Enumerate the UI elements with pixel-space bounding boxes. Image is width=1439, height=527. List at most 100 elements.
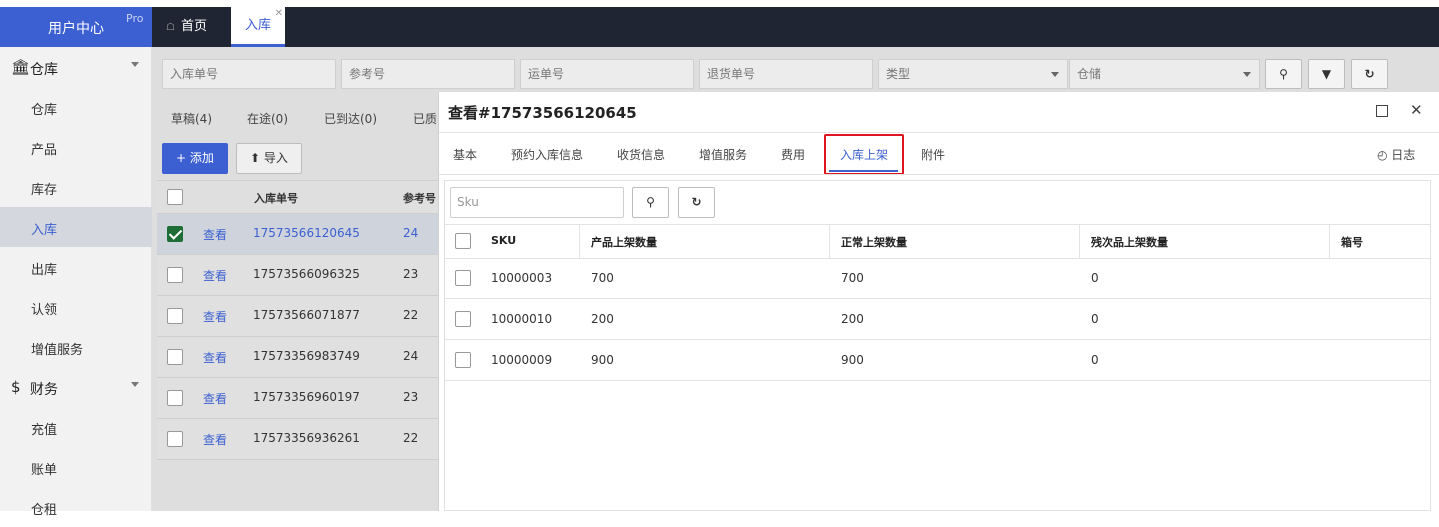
row-checkbox[interactable] <box>455 352 471 368</box>
status-tab-draft[interactable]: 草稿(4) <box>171 110 212 127</box>
view-link[interactable]: 查看 <box>203 308 227 325</box>
sidebar-item-claim[interactable]: 认领 <box>0 287 152 327</box>
table-row[interactable]: 查看 17573356960197 23 <box>157 378 439 419</box>
divider <box>445 258 1430 259</box>
import-button-label: 导入 <box>263 151 288 165</box>
header-box-no: 箱号 <box>1341 236 1363 249</box>
view-link[interactable]: 查看 <box>203 349 227 366</box>
sidebar-group-finance[interactable]: $ 财务 <box>0 367 152 407</box>
header-sku: SKU <box>491 234 517 247</box>
tracking-no-input[interactable]: 运单号 <box>520 59 694 89</box>
tab-home[interactable]: ☖ 首页 <box>166 7 207 47</box>
row-checkbox[interactable] <box>167 349 183 365</box>
table-row[interactable]: 查看 17573356983749 24 <box>157 337 439 378</box>
sidebar-item-label: 仓库 <box>31 103 58 118</box>
select-all-checkbox[interactable] <box>167 189 183 205</box>
select-all-checkbox[interactable] <box>455 233 471 249</box>
table-row[interactable]: 查看 17573566071877 22 <box>157 296 439 337</box>
inbound-no[interactable]: 17573566120645 <box>253 226 360 240</box>
warehouse-select[interactable]: 仓储 <box>1069 59 1260 89</box>
app-title: 用户中心 <box>48 21 104 37</box>
sidebar-item-inbound[interactable]: 入库 <box>0 207 152 247</box>
row-checkbox[interactable] <box>167 431 183 447</box>
row-checkbox[interactable] <box>167 267 183 283</box>
sidebar-item-label: 入库 <box>31 223 58 238</box>
ref-no-input[interactable]: 参考号 <box>341 59 515 89</box>
row-checkbox[interactable] <box>455 311 471 327</box>
filter-button[interactable]: ▼ <box>1308 59 1345 89</box>
header-normal-qty: 正常上架数量 <box>841 236 907 249</box>
tab-value-added[interactable]: 增值服务 <box>699 146 747 163</box>
view-link[interactable]: 查看 <box>203 226 227 243</box>
close-icon[interactable]: ✕ <box>275 0 283 33</box>
sku-search-input[interactable]: Sku <box>450 187 624 218</box>
maximize-icon[interactable] <box>1376 105 1388 117</box>
ref-no: 23 <box>403 390 419 404</box>
row-checkbox[interactable] <box>455 270 471 286</box>
log-link[interactable]: ◴ 日志 <box>1377 146 1415 163</box>
chevron-down-icon <box>1243 72 1251 77</box>
search-button[interactable]: ⚲ <box>1265 59 1302 89</box>
inbound-no: 17573566071877 <box>253 308 360 322</box>
sku-search-button[interactable]: ⚲ <box>632 187 669 218</box>
tab-inbound[interactable]: 入库 ✕ <box>231 7 285 47</box>
sidebar-item-storage-rent[interactable]: 仓租 <box>0 487 152 527</box>
normal-qty-cell: 700 <box>841 271 864 285</box>
view-link[interactable]: 查看 <box>203 267 227 284</box>
view-link[interactable]: 查看 <box>203 431 227 448</box>
app-logo[interactable]: 用户中心 Pro <box>0 7 152 47</box>
refresh-button[interactable]: ↻ <box>1351 59 1388 89</box>
tab-fees[interactable]: 费用 <box>781 146 805 163</box>
sidebar-item-label: 账单 <box>31 463 58 478</box>
highlight-box <box>824 134 904 175</box>
divider <box>445 339 1430 340</box>
refresh-icon: ↻ <box>1364 67 1375 81</box>
divider <box>1079 225 1080 258</box>
table-row[interactable]: 查看 17573566096325 23 <box>157 255 439 296</box>
tab-receiving[interactable]: 收货信息 <box>617 146 665 163</box>
status-tab-in-transit[interactable]: 在途(0) <box>247 110 288 127</box>
sidebar-group-label: 仓库 <box>30 62 58 78</box>
sidebar-item-warehouse[interactable]: 仓库 <box>0 87 152 127</box>
table-row[interactable]: 查看 17573356936261 22 <box>157 419 439 460</box>
plus-icon: + <box>176 151 190 165</box>
bank-icon: 🏛 <box>11 58 31 76</box>
status-tab-quality[interactable]: 已质 <box>413 110 437 127</box>
sidebar-group-warehouse[interactable]: 🏛 仓库 <box>0 47 152 87</box>
close-icon[interactable]: ✕ <box>1410 101 1423 119</box>
dollar-icon: $ <box>11 378 21 396</box>
tab-appointment[interactable]: 预约入库信息 <box>511 146 583 163</box>
return-no-input[interactable]: 退货单号 <box>699 59 873 89</box>
status-tab-arrived[interactable]: 已到达(0) <box>324 110 377 127</box>
inbound-no-input[interactable]: 入库单号 <box>162 59 336 89</box>
divider <box>445 224 1430 225</box>
tab-attachments[interactable]: 附件 <box>921 146 945 163</box>
sidebar-item-inventory[interactable]: 库存 <box>0 167 152 207</box>
sidebar-item-value-added[interactable]: 增值服务 <box>0 327 152 367</box>
type-select-label: 类型 <box>886 67 911 81</box>
add-button[interactable]: + 添加 <box>162 143 228 174</box>
log-label: 日志 <box>1391 148 1416 162</box>
table-row[interactable]: 查看 17573566120645 24 <box>157 214 439 255</box>
view-link[interactable]: 查看 <box>203 390 227 407</box>
sku-refresh-button[interactable]: ↻ <box>678 187 715 218</box>
ref-no: 24 <box>403 226 419 240</box>
sidebar-item-outbound[interactable]: 出库 <box>0 247 152 287</box>
row-checkbox[interactable] <box>167 390 183 406</box>
sidebar-item-label: 库存 <box>31 183 58 198</box>
divider <box>445 380 1430 381</box>
defective-qty-cell: 0 <box>1091 312 1099 326</box>
ref-no: 24 <box>403 349 419 363</box>
upload-icon: ⬆ <box>250 151 264 165</box>
row-checkbox[interactable] <box>167 226 183 242</box>
import-button[interactable]: ⬆ 导入 <box>236 143 302 174</box>
ref-no: 23 <box>403 267 419 281</box>
row-checkbox[interactable] <box>167 308 183 324</box>
type-select[interactable]: 类型 <box>878 59 1068 89</box>
divider <box>445 298 1430 299</box>
sidebar-item-products[interactable]: 产品 <box>0 127 152 167</box>
tab-basic[interactable]: 基本 <box>453 146 477 163</box>
product-qty-cell: 200 <box>591 312 614 326</box>
sidebar-item-recharge[interactable]: 充值 <box>0 407 152 447</box>
sidebar-item-bills[interactable]: 账单 <box>0 447 152 487</box>
